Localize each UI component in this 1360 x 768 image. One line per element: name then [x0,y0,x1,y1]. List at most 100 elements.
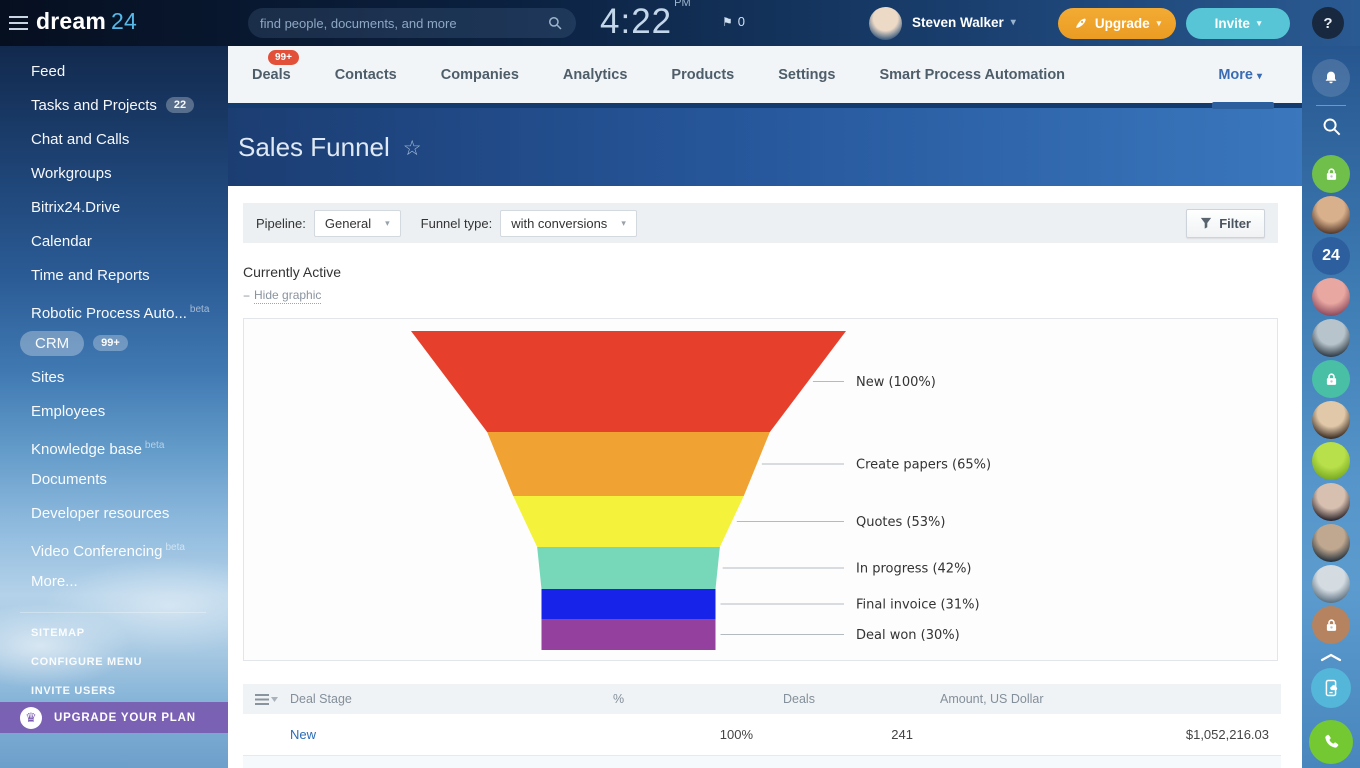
funnel-svg: New (100%)Create papers (65%)Quotes (53%… [244,319,1277,660]
mobile-app-icon[interactable] [1311,668,1351,708]
invite-button[interactable]: Invite▾ [1186,8,1290,39]
sidebar-item-chat-and-calls[interactable]: Chat and Calls [0,123,228,157]
table-header-row: Deal Stage % Deals Amount, US Dollar [243,684,1281,714]
nav-tab-settings[interactable]: Settings [778,67,835,83]
funnel-stage-final-invoice[interactable] [542,589,716,619]
funnel-type-select[interactable]: with conversions▾ [500,210,637,237]
divider [1316,105,1346,106]
nav-tab-smart-process-automation[interactable]: Smart Process Automation [879,67,1065,83]
nav-tab-deals[interactable]: Deals99+ [252,67,291,83]
rocket-icon [1073,16,1088,31]
chevron-down-icon: ▾ [621,218,626,229]
sidebar-item-employees[interactable]: Employees [0,395,228,429]
sidebar-link-sitemap[interactable]: SITEMAP [0,619,228,648]
funnel-stage-deal-won[interactable] [542,619,716,650]
funnel-stage-label: Deal won (30%) [856,628,960,643]
table-settings-icon[interactable] [243,694,290,705]
avatar[interactable] [1312,483,1350,521]
beta-label: beta [165,542,184,553]
upgrade-button[interactable]: Upgrade▾ [1058,8,1176,39]
funnel-stage-in-progress[interactable] [537,547,720,589]
search-icon[interactable] [1317,112,1345,140]
search-icon[interactable] [546,14,564,32]
sidebar-item-calendar[interactable]: Calendar [0,225,228,259]
avatar[interactable] [1312,442,1350,480]
app-logo[interactable]: dream24 [36,8,137,35]
global-search[interactable] [248,8,576,38]
counter-badge: 99+ [93,335,128,351]
funnel-stage-label: Create papers (65%) [856,458,991,473]
badge-24[interactable]: 24 [1312,237,1350,275]
sidebar-item-developer-resources[interactable]: Developer resources [0,497,228,531]
funnel-toolbar: Pipeline: General▾ Funnel type: with con… [243,203,1278,243]
user-menu[interactable]: Steven Walker▾ [912,15,1016,30]
sidebar-item-bitrix24-drive[interactable]: Bitrix24.Drive [0,191,228,225]
sidebar-item-knowledge-base[interactable]: Knowledge basebeta [0,429,228,463]
user-avatar[interactable] [869,7,902,40]
nav-tab-companies[interactable]: Companies [441,67,519,83]
column-header-pct[interactable]: % [600,692,765,706]
lock-icon[interactable] [1312,606,1350,644]
collapse-icon: − [243,289,250,303]
pct-value: 100% [600,727,765,742]
search-input[interactable] [260,16,546,31]
right-rail: 24 [1302,46,1360,768]
sales-funnel-chart: New (100%)Create papers (65%)Quotes (53%… [243,318,1278,661]
top-bar: dream24 4:22PM ⚑0 Steven Walker▾ Upgrade… [0,0,1360,46]
avatar[interactable] [1312,401,1350,439]
app-window: dream24 4:22PM ⚑0 Steven Walker▾ Upgrade… [0,0,1360,768]
column-header-deals[interactable]: Deals [765,692,925,706]
avatar[interactable] [1312,196,1350,234]
active-tab-indicator [1212,102,1274,109]
title-bar: Sales Funnel ☆ [228,108,1302,186]
notifications-bell-icon[interactable] [1312,59,1350,97]
hide-graphic-link[interactable]: − Hide graphic [243,288,321,304]
avatar[interactable] [1312,278,1350,316]
sidebar-item-crm[interactable]: CRM99+ [0,327,228,361]
help-button[interactable]: ? [1312,7,1344,39]
sidebar-item-video-conferencing[interactable]: Video Conferencingbeta [0,531,228,565]
funnel-stage-quotes[interactable] [513,496,744,547]
chevron-down-icon: ▾ [1257,71,1262,82]
sidebar-item-tasks-and-projects[interactable]: Tasks and Projects22 [0,89,228,123]
page-title: Sales Funnel [238,132,390,163]
favorite-star-icon[interactable]: ☆ [403,136,422,161]
funnel-stage-label: New (100%) [856,375,936,390]
beta-label: beta [145,440,164,451]
funnel-stage-new[interactable] [411,331,846,432]
sidebar-item-robotic-process-auto[interactable]: Robotic Process Auto...beta [0,293,228,327]
flag-icon: ⚑ [722,15,733,29]
upgrade-your-plan-button[interactable]: ♛ UPGRADE YOUR PLAN [0,702,228,733]
sidebar-item-workgroups[interactable]: Workgroups [0,157,228,191]
sidebar-item-feed[interactable]: Feed [0,55,228,89]
crm-nav-bar: Deals99+ Contacts Companies Analytics Produc… [228,46,1302,103]
funnel-stage-create-papers[interactable] [487,432,770,496]
sidebar-item-time-and-reports[interactable]: Time and Reports [0,259,228,293]
sidebar-footer-links: SITEMAPCONFIGURE MENUINVITE USERS [0,619,228,706]
deal-stage-link[interactable]: New [290,727,316,742]
lock-icon[interactable] [1312,155,1350,193]
flag-counter[interactable]: ⚑0 [722,14,745,29]
avatar[interactable] [1312,565,1350,603]
nav-tab-contacts[interactable]: Contacts [335,67,397,83]
nav-tab-analytics[interactable]: Analytics [563,67,627,83]
phone-icon[interactable] [1309,720,1353,764]
nav-tab-more[interactable]: More▾ [1218,67,1262,83]
collapse-chevron-icon[interactable] [1312,652,1350,662]
avatar[interactable] [1312,524,1350,562]
filter-button[interactable]: Filter [1186,209,1265,238]
clock[interactable]: 4:22PM [600,2,689,42]
pipeline-select[interactable]: General▾ [314,210,401,237]
lock-icon[interactable] [1312,360,1350,398]
nav-tab-products[interactable]: Products [671,67,734,83]
column-header-deal-stage[interactable]: Deal Stage [290,692,600,706]
sidebar-item-documents[interactable]: Documents [0,463,228,497]
avatar[interactable] [1312,319,1350,357]
funnel-type-label: Funnel type: [421,216,493,231]
table-row: New100%241$1,052,216.03 [243,714,1281,756]
column-header-amount[interactable]: Amount, US Dollar [925,692,1281,706]
hamburger-menu-icon[interactable] [9,16,28,30]
sidebar-link-configure-menu[interactable]: CONFIGURE MENU [0,648,228,677]
sidebar-item-sites[interactable]: Sites [0,361,228,395]
sidebar-item-more[interactable]: More... [0,565,228,599]
